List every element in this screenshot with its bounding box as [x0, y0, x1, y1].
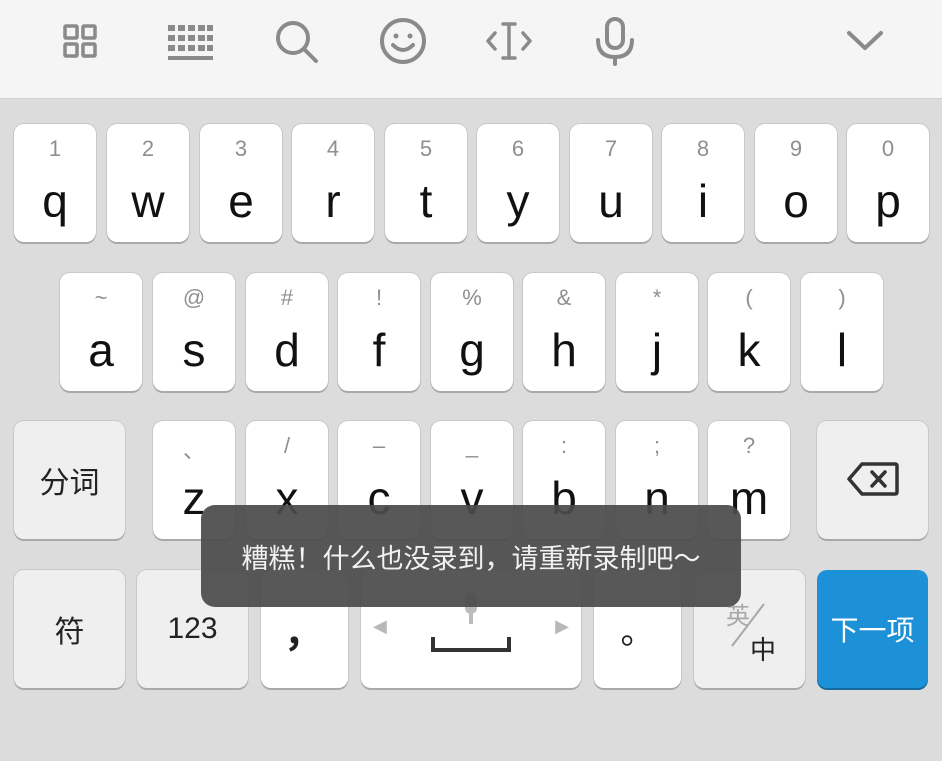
- key-hint: #: [280, 285, 294, 310]
- key-hint: 5: [419, 136, 433, 161]
- key-hint: –: [372, 433, 386, 458]
- key-hint: 9: [789, 136, 803, 161]
- key-hint: %: [462, 285, 482, 310]
- search-icon[interactable]: [268, 13, 324, 69]
- key-char: j: [651, 324, 663, 376]
- key-u[interactable]: 7u: [570, 124, 652, 242]
- key-char: p: [875, 175, 901, 227]
- chevron-down-icon[interactable]: [837, 13, 893, 69]
- right-arrow-icon: ▶: [555, 616, 569, 636]
- key-hint: ;: [653, 433, 661, 458]
- key-d[interactable]: # d: [246, 273, 328, 391]
- key-l[interactable]: ) l: [801, 273, 883, 391]
- key-hint: 6: [511, 136, 525, 161]
- key-char: q: [42, 175, 68, 227]
- key-char: l: [836, 324, 848, 376]
- key-hint: !: [375, 285, 383, 310]
- key-w[interactable]: 2w: [107, 124, 189, 242]
- key-hint: 3: [234, 136, 248, 161]
- key-hint: _: [465, 433, 479, 458]
- key-char: u: [598, 175, 624, 227]
- backspace-key[interactable]: [817, 421, 928, 539]
- key-g[interactable]: % g: [431, 273, 513, 391]
- key-char: a: [88, 324, 114, 376]
- cursor-icon[interactable]: [481, 13, 537, 69]
- key-hint: @: [182, 285, 206, 310]
- keyboard-icon[interactable]: [162, 13, 218, 69]
- key-hint: 、: [182, 438, 205, 463]
- key-f[interactable]: ! f: [338, 273, 420, 391]
- microphone-icon[interactable]: [587, 13, 643, 69]
- key-o[interactable]: 9o: [755, 124, 837, 242]
- key-a[interactable]: ~ a: [60, 273, 142, 391]
- key-h[interactable]: & h: [523, 273, 605, 391]
- period-key-label: 。: [620, 613, 655, 652]
- key-j[interactable]: * j: [616, 273, 698, 391]
- key-hint: ~: [94, 285, 108, 310]
- key-char: w: [131, 175, 165, 227]
- next-item-key[interactable]: 下一项: [817, 570, 928, 688]
- key-hint: 2: [141, 136, 155, 161]
- key-q[interactable]: 1q: [14, 124, 96, 242]
- symbols-key-label: 符: [54, 616, 85, 649]
- key-char: o: [783, 175, 809, 227]
- grid-icon[interactable]: [52, 13, 108, 69]
- segment-key[interactable]: 分词: [14, 421, 125, 539]
- language-chinese-label: 中: [750, 635, 777, 665]
- key-s[interactable]: @ s: [153, 273, 235, 391]
- key-char: d: [274, 324, 300, 376]
- key-hint: 7: [604, 136, 618, 161]
- key-char: e: [228, 175, 254, 227]
- key-hint: :: [560, 433, 568, 458]
- key-hint: /: [283, 433, 291, 458]
- key-char: t: [419, 175, 433, 227]
- left-arrow-icon: ◀: [373, 616, 387, 636]
- comma-key-label: ，: [284, 611, 325, 655]
- numbers-key-label: 123: [167, 612, 218, 645]
- backspace-icon: [847, 462, 899, 496]
- key-char: y: [506, 175, 530, 227]
- key-char: g: [459, 324, 485, 376]
- key-hint: 4: [326, 136, 340, 161]
- key-char: h: [551, 324, 577, 376]
- key-hint: 8: [696, 136, 710, 161]
- key-hint: 0: [881, 136, 895, 161]
- smiley-icon[interactable]: [375, 13, 431, 69]
- toast-message: 糟糕！什么也没录到，请重新录制吧～: [201, 505, 741, 607]
- key-hint: ?: [742, 433, 756, 458]
- key-char: k: [737, 324, 761, 376]
- key-r[interactable]: 4r: [292, 124, 374, 242]
- keyboard-toolbar: [0, 0, 942, 99]
- key-hint: *: [652, 285, 662, 310]
- key-hint: (: [745, 285, 753, 310]
- key-p[interactable]: 0p: [847, 124, 929, 242]
- key-k[interactable]: (k: [708, 273, 790, 391]
- key-e[interactable]: 3e: [200, 124, 282, 242]
- key-t[interactable]: 5t: [385, 124, 467, 242]
- keyboard-area: 1q 2w 3e 4r 5t 6y 7u 8i 9o 0p ~ a @ s # d !…: [0, 99, 942, 761]
- key-y[interactable]: 6y: [477, 124, 559, 242]
- key-i[interactable]: 8i: [662, 124, 744, 242]
- segment-key-label: 分词: [39, 467, 100, 500]
- key-char: i: [697, 175, 709, 227]
- toast-text: 糟糕！什么也没录到，请重新录制吧～: [241, 543, 701, 574]
- key-hint: &: [556, 285, 572, 310]
- key-char: f: [372, 324, 386, 376]
- next-item-key-label: 下一项: [830, 615, 915, 646]
- space-bar-icon: [431, 637, 511, 652]
- key-hint: ): [838, 285, 846, 310]
- key-hint: 1: [48, 136, 62, 161]
- symbols-key[interactable]: 符: [14, 570, 125, 688]
- key-char: s: [182, 324, 206, 376]
- key-char: r: [325, 175, 341, 227]
